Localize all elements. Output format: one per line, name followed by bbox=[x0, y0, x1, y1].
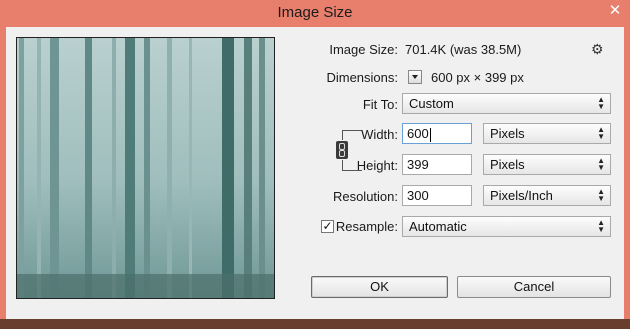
resample-label: Resample: bbox=[335, 219, 398, 234]
height-unit-select[interactable]: Pixels ▲ ▼ bbox=[483, 154, 611, 175]
height-unit-value: Pixels bbox=[490, 157, 525, 172]
resolution-input[interactable]: 300 bbox=[402, 185, 472, 206]
dimensions-dropdown[interactable] bbox=[408, 70, 422, 84]
dimensions-value: 600 px × 399 px bbox=[431, 70, 524, 85]
fit-to-value: Custom bbox=[409, 96, 454, 111]
fit-to-select[interactable]: Custom ▲ ▼ bbox=[402, 93, 611, 114]
title-bar: Image Size ✕ bbox=[0, 0, 630, 27]
width-label: Width: bbox=[361, 127, 398, 142]
select-arrows-icon: ▲ ▼ bbox=[597, 95, 605, 111]
constrain-link-icon[interactable] bbox=[336, 141, 348, 159]
resolution-label: Resolution: bbox=[332, 189, 398, 204]
height-label: Height: bbox=[356, 158, 398, 173]
fit-to-label: Fit To: bbox=[362, 97, 398, 112]
select-arrows-icon: ▲ ▼ bbox=[597, 125, 605, 141]
dimensions-label: Dimensions: bbox=[326, 70, 398, 85]
width-unit-select[interactable]: Pixels ▲ ▼ bbox=[483, 123, 611, 144]
width-value: 600 bbox=[407, 126, 429, 141]
dialog-panel: ⚙ Image Size: 701.4K (was 38.5M) Dimensi… bbox=[6, 27, 624, 319]
link-bracket-top bbox=[342, 130, 362, 131]
height-input[interactable]: 399 bbox=[402, 154, 472, 175]
select-arrows-icon: ▲ ▼ bbox=[597, 187, 605, 203]
resolution-unit-select[interactable]: Pixels/Inch ▲ ▼ bbox=[483, 185, 611, 206]
resample-select[interactable]: Automatic ▲ ▼ bbox=[402, 216, 611, 237]
image-size-label: Image Size: bbox=[329, 42, 398, 57]
window-title: Image Size bbox=[277, 4, 353, 21]
resolution-value: 300 bbox=[407, 188, 429, 203]
image-size-value: 701.4K (was 38.5M) bbox=[405, 42, 522, 57]
close-icon[interactable]: ✕ bbox=[600, 0, 630, 22]
background-strip bbox=[0, 319, 630, 329]
link-bracket-left-bottom bbox=[342, 160, 343, 170]
width-input[interactable]: 600 bbox=[402, 123, 472, 144]
resample-value: Automatic bbox=[409, 219, 467, 234]
resample-checkbox[interactable]: ✓ bbox=[321, 220, 334, 233]
select-arrows-icon: ▲ ▼ bbox=[597, 156, 605, 172]
foggy-forest-image bbox=[17, 38, 274, 298]
ok-button[interactable]: OK bbox=[311, 276, 448, 298]
resolution-unit-value: Pixels/Inch bbox=[490, 188, 553, 203]
link-bracket-left-top bbox=[342, 130, 343, 140]
width-unit-value: Pixels bbox=[490, 126, 525, 141]
cancel-button[interactable]: Cancel bbox=[457, 276, 611, 298]
select-arrows-icon: ▲ ▼ bbox=[597, 218, 605, 234]
height-value: 399 bbox=[407, 157, 429, 172]
gear-icon[interactable]: ⚙ bbox=[591, 41, 604, 58]
image-preview bbox=[16, 37, 275, 299]
